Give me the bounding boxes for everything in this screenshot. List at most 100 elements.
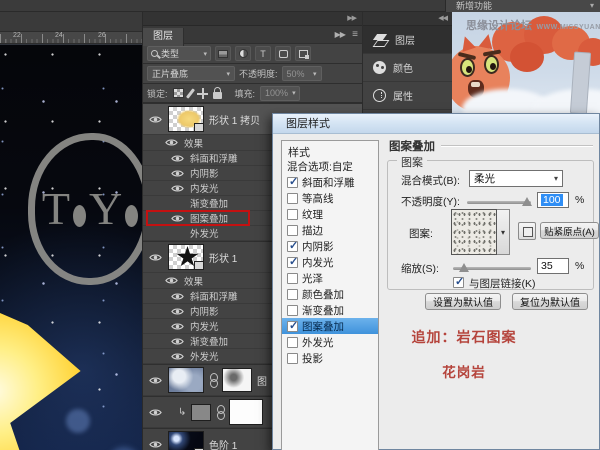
visibility-eye-icon[interactable] xyxy=(147,115,163,124)
dialog-title-bar[interactable]: 图层样式 xyxy=(273,114,599,134)
visibility-eye-icon[interactable] xyxy=(169,169,185,178)
style-checkbox[interactable]: ✓ xyxy=(287,177,298,188)
scale-slider-thumb[interactable] xyxy=(459,263,469,272)
visibility-eye-icon[interactable] xyxy=(169,184,185,193)
dock-grip[interactable]: ◀◀ xyxy=(363,12,452,26)
dock-item-color[interactable]: 颜色 xyxy=(363,54,452,82)
tab-layers[interactable]: 图层 xyxy=(143,28,184,46)
style-checkbox[interactable]: ✓ xyxy=(287,321,298,332)
layer-thumbnail[interactable] xyxy=(191,404,211,421)
collapse-panel-icon[interactable]: ▶▶ xyxy=(347,14,356,22)
blend-mode-select[interactable]: 正片叠底 ▾ xyxy=(147,66,235,81)
search-icon xyxy=(151,50,158,57)
style-list-item[interactable]: ✓ 图案叠加 xyxy=(282,318,378,334)
layer-mask-thumbnail[interactable] xyxy=(222,368,252,392)
style-checkbox[interactable]: ✓ xyxy=(287,257,298,268)
layer-name: 色阶 1 xyxy=(209,437,237,450)
style-list-item[interactable]: ✓ 纹理 xyxy=(282,206,378,222)
style-list-item[interactable]: ✓ 描边 xyxy=(282,222,378,238)
style-checkbox[interactable]: ✓ xyxy=(287,241,298,252)
collapse-arrows-icon[interactable]: ▶▶ xyxy=(335,30,345,39)
style-checkbox[interactable]: ✓ xyxy=(287,289,298,300)
fill-field[interactable]: 100% ▾ xyxy=(260,86,300,101)
dock-item-layers[interactable]: 图层 xyxy=(363,26,452,54)
style-list-item[interactable]: ✓ 内阴影 xyxy=(282,238,378,254)
dialog-blend-mode-select[interactable]: 柔光 ▾ xyxy=(469,170,563,187)
style-checkbox[interactable]: ✓ xyxy=(287,225,298,236)
layer-thumbnail[interactable] xyxy=(168,106,204,132)
pattern-picker-arrow[interactable]: ▾ xyxy=(497,209,510,255)
document-canvas[interactable]: 22 24 26 T Y xyxy=(0,12,142,450)
chevron-down-icon: ▾ xyxy=(288,89,296,97)
lock-position-icon[interactable] xyxy=(197,88,208,99)
filter-type-layers-button[interactable]: T xyxy=(255,46,271,61)
layer-mask-thumbnail[interactable] xyxy=(229,399,263,425)
new-pattern-preset-button[interactable] xyxy=(518,222,536,240)
style-checkbox[interactable]: ✓ xyxy=(287,193,298,204)
layer-thumbnail[interactable] xyxy=(168,367,204,393)
visibility-eye-icon[interactable] xyxy=(169,337,185,346)
panel-menu-icon[interactable]: ≡ xyxy=(352,29,358,40)
visibility-eye-icon[interactable] xyxy=(169,229,185,238)
lock-all-icon[interactable] xyxy=(213,92,222,99)
second-document-canvas[interactable]: 思缘设计论坛 WWW.MISSYUAN.COM xyxy=(452,12,600,113)
style-list-item[interactable]: ✓ 渐变叠加 xyxy=(282,302,378,318)
visibility-eye-icon[interactable] xyxy=(169,154,185,163)
visibility-eye-icon[interactable] xyxy=(169,292,185,301)
filter-pixel-layers-button[interactable] xyxy=(215,46,231,61)
filter-adjustment-layers-button[interactable] xyxy=(235,46,251,61)
ruler-tick-label: 22 xyxy=(13,32,21,39)
style-list-item[interactable]: ✓ 斜面和浮雕 xyxy=(282,174,378,190)
visibility-eye-icon[interactable] xyxy=(169,199,185,208)
visibility-eye-icon[interactable] xyxy=(147,253,163,262)
visibility-eye-icon[interactable] xyxy=(147,376,163,385)
lock-transparency-icon[interactable] xyxy=(173,88,184,98)
style-list-item[interactable]: 混合选项:自定 xyxy=(282,158,378,174)
panel-group-grip[interactable]: ▶▶ xyxy=(143,12,362,26)
style-checkbox[interactable]: ✓ xyxy=(287,337,298,348)
visibility-eye-icon[interactable] xyxy=(147,408,163,417)
style-list-item[interactable]: ✓ 等高线 xyxy=(282,190,378,206)
snap-to-origin-button[interactable]: 贴紧原点(A) xyxy=(540,222,599,239)
filter-smart-objects-button[interactable] xyxy=(295,46,311,61)
reset-default-button[interactable]: 复位为默认值 xyxy=(512,293,588,310)
collapse-dock-icon[interactable]: ◀◀ xyxy=(438,14,447,22)
style-checkbox[interactable]: ✓ xyxy=(287,305,298,316)
opacity-field[interactable]: 50% ▾ xyxy=(282,66,322,81)
layer-thumbnail[interactable] xyxy=(168,244,204,270)
visibility-eye-icon[interactable] xyxy=(147,440,163,449)
visibility-eye-icon[interactable] xyxy=(163,276,179,285)
visibility-eye-icon[interactable] xyxy=(169,352,185,361)
lock-pixels-brush-icon[interactable] xyxy=(185,88,194,99)
opacity-slider-thumb[interactable] xyxy=(522,197,532,206)
layer-thumbnail[interactable] xyxy=(168,431,204,450)
workspace-switcher-button[interactable]: 新增功能 ▾ xyxy=(445,0,600,12)
style-checkbox[interactable]: ✓ xyxy=(287,273,298,284)
visibility-eye-icon[interactable] xyxy=(169,307,185,316)
set-default-button[interactable]: 设置为默认值 xyxy=(425,293,501,310)
style-checkbox[interactable]: ✓ xyxy=(287,353,298,364)
dialog-opacity-value[interactable]: 100 xyxy=(537,192,569,208)
scale-slider[interactable] xyxy=(453,267,531,270)
lock-row: 锁定: 填充: 100% ▾ xyxy=(143,84,362,103)
artwork-night-sky[interactable]: T Y xyxy=(0,45,142,450)
link-with-layer-checkbox[interactable] xyxy=(453,277,464,288)
opacity-slider[interactable] xyxy=(467,201,531,204)
style-list-item[interactable]: ✓ 内发光 xyxy=(282,254,378,270)
blend-mode-row: 正片叠底 ▾ 不透明度: 50% ▾ xyxy=(143,64,362,84)
style-list-item[interactable]: ✓ 投影 xyxy=(282,350,378,366)
filter-type-label: 类型 xyxy=(161,47,179,60)
scale-value[interactable]: 35 xyxy=(537,258,569,274)
pattern-swatch[interactable] xyxy=(451,209,497,255)
options-bar xyxy=(0,12,142,32)
dock-item-properties[interactable]: 属性 xyxy=(363,82,452,110)
filter-type-select[interactable]: 类型 ▾ xyxy=(147,46,211,61)
style-checkbox[interactable]: ✓ xyxy=(287,209,298,220)
style-list-item[interactable]: ✓ 颜色叠加 xyxy=(282,286,378,302)
visibility-eye-icon[interactable] xyxy=(169,322,185,331)
visibility-eye-icon[interactable] xyxy=(163,138,179,147)
filter-shape-layers-button[interactable] xyxy=(275,46,291,61)
style-list-item[interactable]: ✓ 外发光 xyxy=(282,334,378,350)
style-list-item[interactable]: ✓ 光泽 xyxy=(282,270,378,286)
horizontal-ruler[interactable]: 22 24 26 xyxy=(0,32,142,44)
